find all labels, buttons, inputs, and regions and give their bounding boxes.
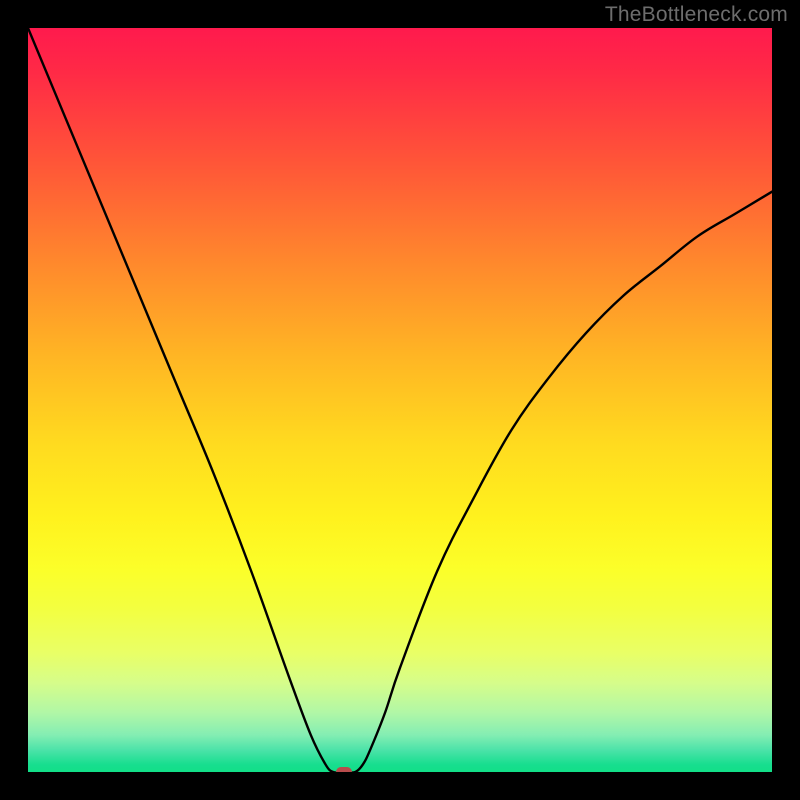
credit-watermark: TheBottleneck.com — [605, 3, 788, 27]
chart-frame: TheBottleneck.com — [0, 0, 800, 800]
bottleneck-curve — [28, 28, 772, 772]
plot-area — [28, 28, 772, 772]
curve-layer — [28, 28, 772, 772]
minimum-marker — [336, 767, 352, 772]
